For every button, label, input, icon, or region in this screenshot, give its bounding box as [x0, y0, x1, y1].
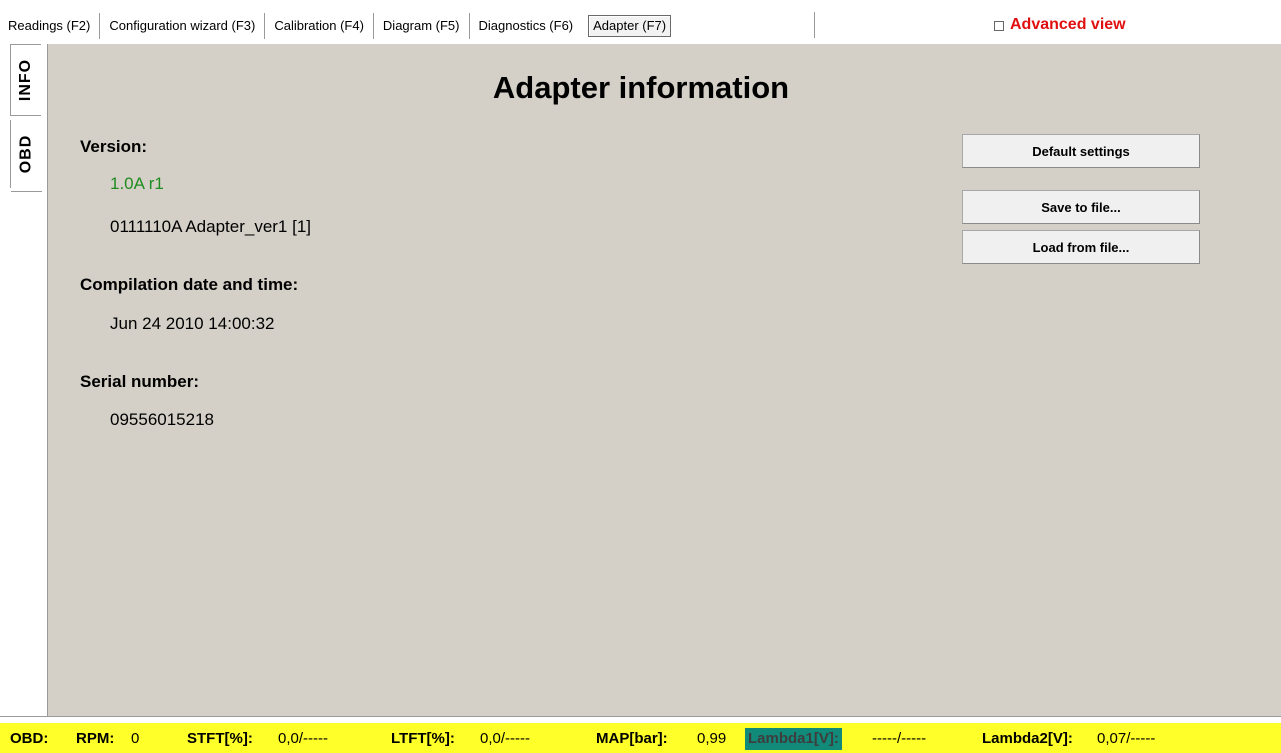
- status-divider: [0, 716, 1281, 723]
- tab-separator: [814, 12, 815, 38]
- save-to-file-button[interactable]: Save to file...: [962, 190, 1200, 224]
- advanced-view-label: Advanced view: [1010, 16, 1126, 33]
- status-rpm-label: RPM:: [76, 730, 115, 747]
- adapter-info-panel: Adapter information Version: 1.0A r1 011…: [48, 44, 1281, 716]
- status-ltft-value: 0,0/-----: [480, 730, 530, 747]
- status-obd-label: OBD:: [10, 730, 49, 747]
- status-bar: OBD: RPM: 0 STFT[%]: 0,0/----- LTFT[%]: …: [0, 723, 1281, 753]
- side-tab-obd-label: OBD: [17, 134, 34, 174]
- tab-strip: Readings (F2) Configuration wizard (F3) …: [8, 12, 672, 40]
- default-settings-button[interactable]: Default settings: [962, 134, 1200, 168]
- status-map-value: 0,99: [697, 730, 727, 747]
- adapter-version-value: 0111110A Adapter_ver1 [1]: [110, 217, 312, 236]
- compilation-label: Compilation date and time:: [80, 275, 299, 294]
- tab-adapter[interactable]: Adapter (F7): [588, 15, 672, 37]
- side-tab-bar: INFO OBD: [0, 44, 48, 716]
- checkbox-icon[interactable]: [994, 21, 1004, 31]
- tab-diagram[interactable]: Diagram (F5): [374, 13, 470, 39]
- serial-label: Serial number:: [80, 372, 200, 391]
- tab-diagnostics[interactable]: Diagnostics (F6): [470, 13, 583, 39]
- side-tab-info-label: INFO: [17, 58, 34, 102]
- tab-configuration-wizard[interactable]: Configuration wizard (F3): [100, 13, 266, 39]
- serial-value: 09556015218: [110, 410, 215, 429]
- side-tab-info[interactable]: INFO: [10, 44, 41, 116]
- status-lambda1-value: -----/-----: [872, 730, 927, 747]
- compilation-value: Jun 24 2010 14:00:32: [110, 314, 275, 333]
- status-lambda2-value: 0,07/-----: [1097, 730, 1156, 747]
- load-from-file-button[interactable]: Load from file...: [962, 230, 1200, 264]
- status-map-label: MAP[bar]:: [596, 730, 668, 747]
- tab-calibration[interactable]: Calibration (F4): [265, 13, 374, 39]
- status-lambda1-label: Lambda1[V]:: [745, 728, 842, 750]
- side-tab-obd[interactable]: OBD: [10, 120, 42, 192]
- page-title: Adapter information: [492, 70, 790, 105]
- status-rpm-value: 0: [131, 730, 140, 747]
- status-lambda2-label: Lambda2[V]:: [982, 730, 1073, 747]
- advanced-view-checkbox[interactable]: Advanced view: [994, 16, 1126, 34]
- top-tab-bar: Readings (F2) Configuration wizard (F3) …: [0, 0, 1281, 44]
- version-value: 1.0A r1: [110, 174, 164, 193]
- status-stft-label: STFT[%]:: [187, 730, 253, 747]
- status-stft-value: 0,0/-----: [278, 730, 328, 747]
- tab-readings[interactable]: Readings (F2): [8, 13, 101, 39]
- version-label: Version:: [80, 137, 148, 156]
- status-ltft-label: LTFT[%]:: [391, 730, 455, 747]
